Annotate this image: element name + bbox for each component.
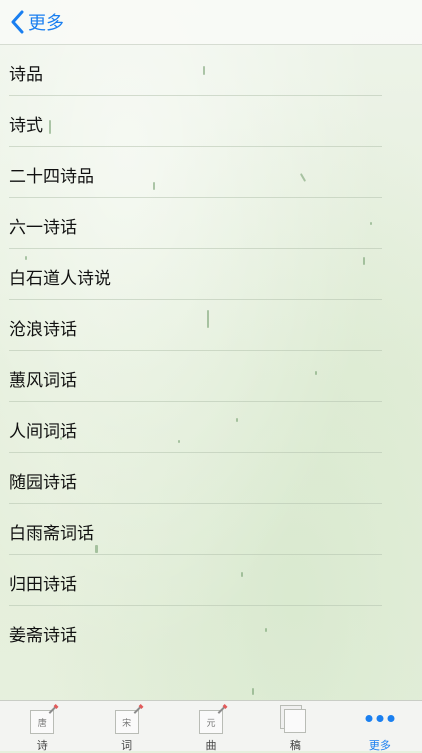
list-item-label: 沧浪诗话 bbox=[9, 320, 77, 340]
list-item[interactable]: 诗式 bbox=[0, 96, 422, 147]
speck bbox=[252, 688, 254, 695]
list-item-label: 诗式 bbox=[9, 116, 43, 136]
tab-label: 更多 bbox=[368, 739, 391, 752]
list-item[interactable]: 归田诗话 bbox=[0, 555, 422, 606]
more-dots-icon bbox=[365, 715, 395, 722]
doc-icon-face: 唐 bbox=[30, 710, 55, 734]
list-item-label: 姜斋诗话 bbox=[9, 626, 77, 646]
list-item-label: 人间词话 bbox=[9, 422, 77, 442]
list-item[interactable]: 蕙风词话 bbox=[0, 351, 422, 402]
stack-icon bbox=[280, 705, 308, 733]
tab-label: 稿 bbox=[289, 739, 301, 752]
list-item[interactable]: 姜斋诗话 bbox=[0, 606, 422, 657]
navigation-bar: 更多 bbox=[0, 0, 422, 45]
tab-label: 曲 bbox=[205, 739, 217, 752]
back-button-label: 更多 bbox=[28, 13, 64, 34]
list-item[interactable]: 随园诗话 bbox=[0, 453, 422, 504]
stack-front-sheet bbox=[284, 709, 307, 733]
doc-icon-face: 元 bbox=[199, 710, 224, 734]
works-list: 诗品 诗式 二十四诗品 六一诗话 白石道人诗说 沧浪诗话 蕙风词话 人间词话 随… bbox=[0, 45, 422, 657]
list-item-label: 二十四诗品 bbox=[9, 167, 94, 187]
list-item-label: 蕙风词话 bbox=[9, 371, 77, 391]
list-item-label: 随园诗话 bbox=[9, 473, 77, 493]
chevron-left-icon bbox=[10, 10, 24, 34]
back-button[interactable]: 更多 bbox=[10, 8, 64, 36]
list-item[interactable]: 诗品 bbox=[0, 45, 422, 96]
list-item[interactable]: 白雨斋词话 bbox=[0, 504, 422, 555]
tab-gao[interactable]: 稿 bbox=[253, 701, 337, 752]
list-item-label: 诗品 bbox=[9, 65, 43, 85]
list-item-label: 白雨斋词话 bbox=[9, 524, 94, 544]
list-item-label: 归田诗话 bbox=[9, 575, 77, 595]
list-item[interactable]: 人间词话 bbox=[0, 402, 422, 453]
list-item-label: 白石道人诗说 bbox=[9, 269, 111, 289]
list-item[interactable]: 六一诗话 bbox=[0, 198, 422, 249]
list-item[interactable]: 白石道人诗说 bbox=[0, 249, 422, 300]
tab-ci[interactable]: 宋 词 bbox=[84, 701, 168, 752]
list-item[interactable]: 二十四诗品 bbox=[0, 147, 422, 198]
tab-more[interactable]: 更多 bbox=[338, 701, 422, 752]
tab-bar: 唐 诗 宋 词 元 曲 稿 更多 bbox=[0, 700, 422, 752]
list-item-label: 六一诗话 bbox=[9, 218, 77, 238]
song-doc-icon: 宋 bbox=[114, 706, 141, 734]
tab-shi[interactable]: 唐 诗 bbox=[0, 701, 84, 752]
yuan-doc-icon: 元 bbox=[198, 706, 226, 734]
tang-doc-icon: 唐 bbox=[29, 706, 57, 734]
list-item[interactable]: 沧浪诗话 bbox=[0, 300, 422, 351]
tab-label: 诗 bbox=[36, 739, 48, 752]
tab-label: 词 bbox=[121, 739, 133, 752]
tab-qu[interactable]: 元 曲 bbox=[169, 701, 253, 752]
